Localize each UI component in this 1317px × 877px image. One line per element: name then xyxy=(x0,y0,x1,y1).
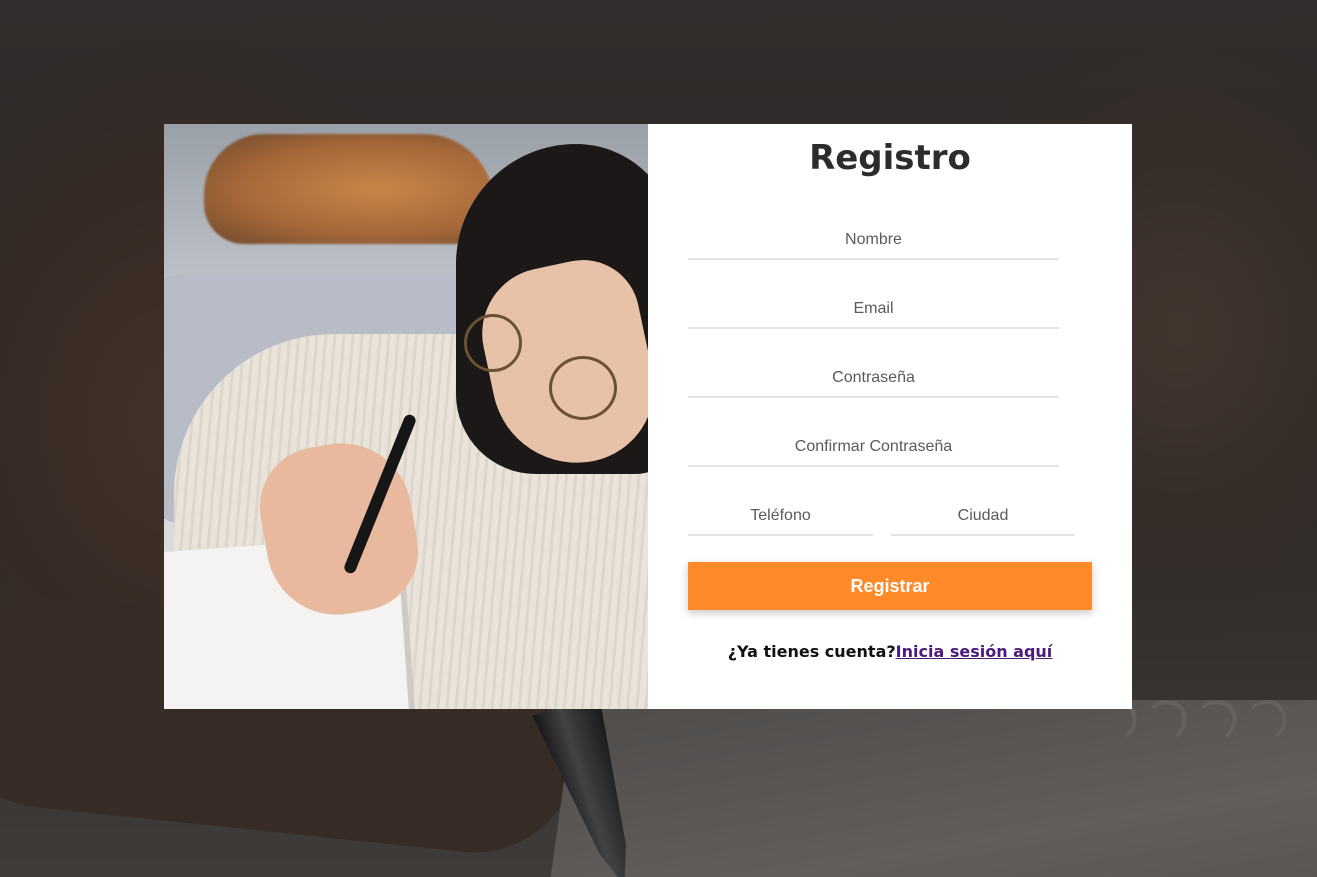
login-link[interactable]: Inicia sesión aquí xyxy=(896,642,1053,661)
register-button[interactable]: Registrar xyxy=(688,562,1092,610)
photo-glasses-right xyxy=(549,356,617,420)
telefono-input[interactable] xyxy=(688,498,873,536)
email-input[interactable] xyxy=(688,291,1059,329)
side-photo xyxy=(164,124,648,709)
confirm-password-input[interactable] xyxy=(688,429,1059,467)
photo-glasses-left xyxy=(464,314,522,372)
register-form: Registro Registrar ¿Ya tienes cuenta?Ini… xyxy=(648,124,1132,709)
login-prompt-text: ¿Ya tienes cuenta? xyxy=(727,642,896,661)
form-title: Registro xyxy=(809,138,971,178)
login-prompt: ¿Ya tienes cuenta?Inicia sesión aquí xyxy=(648,642,1132,661)
password-input[interactable] xyxy=(688,360,1059,398)
nombre-input[interactable] xyxy=(688,222,1059,260)
photo-dog xyxy=(204,134,494,244)
register-card: Registro Registrar ¿Ya tienes cuenta?Ini… xyxy=(164,124,1132,709)
ciudad-input[interactable] xyxy=(891,498,1075,536)
